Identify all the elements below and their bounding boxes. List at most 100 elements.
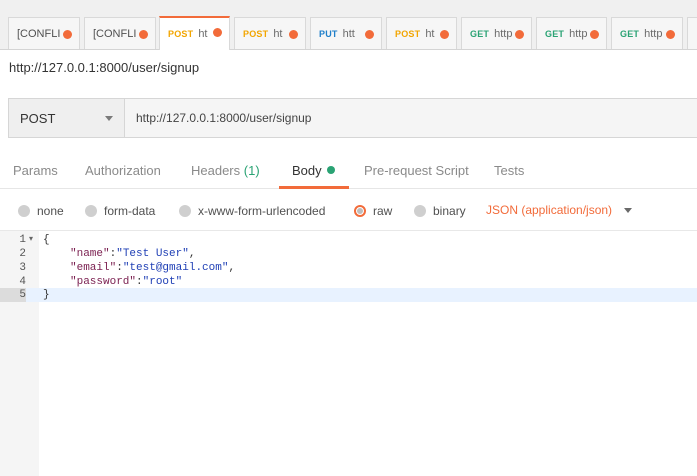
radio-none[interactable]: none	[18, 204, 64, 218]
json-comma: ,	[228, 262, 236, 274]
chevron-down-icon	[105, 116, 113, 121]
request-tab-3[interactable]: POST ht	[159, 16, 230, 50]
radio-binary[interactable]: binary	[414, 204, 466, 218]
json-key: "email"	[70, 262, 117, 274]
url-input[interactable]	[125, 99, 697, 137]
tab-name: htt	[342, 27, 355, 40]
radio-urlencoded[interactable]: x-www-form-urlencoded	[179, 204, 325, 218]
request-tab-7[interactable]: GET http	[461, 17, 532, 49]
request-subtabs: Params Authorization Headers (1) Body Pr…	[0, 155, 697, 189]
request-tab-1[interactable]: [CONFLI	[8, 17, 80, 49]
code-line: 4 "password":"root"	[0, 275, 697, 289]
radio-form-data[interactable]: form-data	[85, 204, 155, 218]
radio-label: none	[37, 204, 64, 218]
tab-authorization[interactable]: Authorization	[85, 163, 161, 178]
tab-method: GET	[545, 28, 565, 39]
chevron-down-icon	[624, 207, 633, 213]
request-tab-8[interactable]: GET http	[536, 17, 607, 49]
request-tab-overflow[interactable]	[687, 17, 697, 49]
json-value: "test@gmail.com"	[122, 262, 229, 274]
code-line: 3 "email":"test@gmail.com",	[0, 261, 697, 275]
method-label: POST	[20, 110, 56, 126]
fold-arrow-icon[interactable]: ▾	[29, 233, 33, 247]
line-number: 1	[19, 234, 26, 246]
code-text: "password":"root"	[70, 275, 182, 289]
radio-label: x-www-form-urlencoded	[198, 204, 326, 218]
body-type-options: none form-data x-www-form-urlencoded raw…	[0, 198, 697, 224]
tab-method: POST	[168, 29, 194, 39]
code-editor[interactable]: 1 ▾ { 2 "name":"Test User", 3 "email":"t…	[0, 230, 697, 476]
line-number: 5	[0, 288, 26, 302]
tab-name: [CONFLI	[17, 27, 61, 40]
radio-circle-icon	[85, 205, 97, 217]
tab-name: ht	[425, 27, 435, 40]
request-tab-6[interactable]: POST ht	[386, 17, 457, 49]
unsaved-dot-icon	[666, 30, 675, 39]
line-number: 4	[19, 276, 26, 288]
json-comma: ,	[188, 248, 196, 260]
tab-name: http	[494, 27, 513, 40]
radio-label: binary	[433, 204, 466, 218]
tab-method: POST	[395, 28, 421, 39]
tab-method: POST	[243, 28, 269, 39]
unsaved-dot-icon	[515, 30, 524, 39]
open-brace: {	[43, 234, 50, 246]
unsaved-dot-icon	[63, 30, 72, 39]
unsaved-dot-icon	[213, 28, 222, 37]
request-tab-5[interactable]: PUT htt	[310, 17, 382, 49]
line-number: 2	[19, 248, 26, 260]
tab-name: http	[569, 27, 588, 40]
code-line: 1 ▾ {	[0, 233, 697, 247]
json-key: "password"	[70, 276, 137, 288]
tab-name: [CONFLI	[93, 27, 137, 40]
json-value: "Test User"	[116, 248, 189, 260]
tab-name: http	[644, 27, 663, 40]
radio-raw[interactable]: raw	[354, 204, 392, 218]
request-title: http://127.0.0.1:8000/user/signup	[9, 60, 200, 75]
radio-label: raw	[373, 204, 393, 218]
method-dropdown[interactable]: POST	[9, 99, 125, 137]
unsaved-dot-icon	[590, 30, 599, 39]
request-tab-2[interactable]: [CONFLI	[84, 17, 156, 49]
request-tab-4[interactable]: POST ht	[234, 17, 306, 49]
unsaved-dot-icon	[365, 30, 374, 39]
request-tab-9[interactable]: GET http	[611, 17, 683, 49]
tab-method: PUT	[319, 28, 338, 39]
body-format-label: JSON (application/json)	[486, 203, 613, 217]
code-text: {	[43, 233, 50, 247]
active-tab-underline	[279, 186, 349, 189]
url-bar: POST	[8, 98, 697, 138]
body-format-dropdown[interactable]: JSON (application/json)	[486, 203, 633, 217]
tab-method: GET	[470, 28, 490, 39]
tab-body-label: Body	[292, 163, 322, 178]
tab-name: ht	[273, 27, 283, 40]
code-text: }	[43, 288, 50, 302]
line-number: 3	[19, 262, 26, 274]
code-text: "email":"test@gmail.com",	[70, 261, 235, 275]
radio-circle-icon	[179, 205, 191, 217]
code-text: "name":"Test User",	[70, 247, 195, 261]
request-tab-bar: [CONFLI [CONFLI POST ht POST ht PUT htt …	[0, 0, 697, 50]
tab-headers-label: Headers	[191, 163, 241, 178]
close-brace: }	[43, 289, 50, 301]
json-colon: :	[116, 262, 123, 274]
tab-body[interactable]: Body	[292, 163, 335, 178]
unsaved-dot-icon	[139, 30, 148, 39]
json-value: "root"	[142, 276, 183, 288]
json-key: "name"	[70, 248, 110, 260]
tab-params[interactable]: Params	[13, 163, 58, 178]
body-indicator-dot-icon	[326, 166, 335, 174]
radio-circle-icon	[18, 205, 30, 217]
code-line-current: 5 }	[0, 288, 697, 302]
unsaved-dot-icon	[289, 30, 298, 39]
json-colon: :	[136, 276, 143, 288]
tab-method: GET	[620, 28, 640, 39]
tab-headers[interactable]: Headers (1)	[191, 163, 260, 178]
unsaved-dot-icon	[440, 30, 449, 39]
radio-circle-icon	[414, 205, 426, 217]
tab-prerequest-script[interactable]: Pre-request Script	[364, 163, 469, 178]
radio-selected-icon	[354, 205, 366, 217]
code-line: 2 "name":"Test User",	[0, 247, 697, 261]
radio-label: form-data	[104, 204, 156, 218]
tab-tests[interactable]: Tests	[494, 163, 524, 178]
